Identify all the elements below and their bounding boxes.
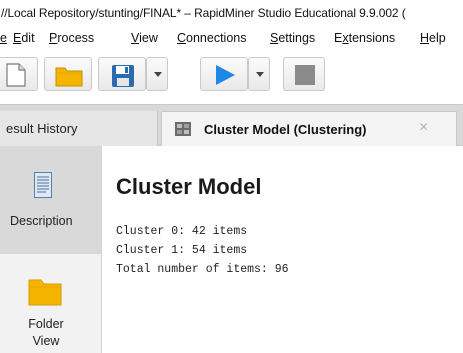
run-icon	[216, 65, 235, 85]
run-dropdown-button[interactable]	[248, 57, 270, 91]
new-process-icon	[6, 63, 26, 87]
total-items-line: Total number of items: 96	[116, 263, 289, 276]
stop-button[interactable]	[283, 57, 325, 91]
cluster-line-1: Cluster 1: 54 items	[116, 244, 248, 257]
results-tab-bar: esult History Cluster Model (Clustering)…	[0, 104, 463, 147]
menu-file[interactable]: e	[0, 31, 7, 45]
cluster-model-panel: Cluster Model Cluster 0: 42 items Cluste…	[102, 146, 463, 353]
folder-icon	[28, 279, 62, 306]
menu-extensions[interactable]: Extensions	[334, 31, 395, 45]
menu-connections[interactable]: Connections	[177, 31, 247, 45]
menu-process[interactable]: Process	[49, 31, 94, 45]
save-button[interactable]	[98, 57, 146, 91]
open-folder-icon	[55, 67, 83, 87]
menu-settings[interactable]: Settings	[270, 31, 315, 45]
open-button[interactable]	[44, 57, 92, 91]
toolbar	[0, 48, 463, 104]
cluster-line-0: Cluster 0: 42 items	[116, 225, 248, 238]
stop-icon	[295, 65, 315, 85]
window-title: //Local Repository/stunting/FINAL* – Rap…	[1, 6, 406, 20]
menu-help[interactable]: Help	[420, 31, 446, 45]
run-button[interactable]	[200, 57, 248, 91]
tab-result-history[interactable]: esult History	[0, 111, 158, 147]
tab-cluster-model-label: Cluster Model (Clustering)	[204, 122, 367, 137]
tab-cluster-model[interactable]: Cluster Model (Clustering) ×	[161, 111, 457, 147]
view-sidebar: Description Folder View	[0, 146, 102, 353]
window-titlebar: //Local Repository/stunting/FINAL* – Rap…	[0, 0, 463, 28]
menu-bar: e Edit Process View Connections Settings…	[0, 28, 463, 48]
document-icon	[34, 172, 52, 198]
page-title: Cluster Model	[116, 174, 262, 199]
sidebar-item-description[interactable]: Description	[0, 146, 101, 254]
sidebar-item-description-label: Description	[10, 214, 73, 228]
chevron-down-icon	[154, 72, 162, 77]
save-icon	[112, 65, 134, 87]
sidebar-item-folder-label-line1: Folder	[28, 317, 64, 331]
close-icon[interactable]: ×	[419, 119, 428, 137]
sidebar-item-folder-label-line2: View	[32, 334, 60, 348]
menu-view[interactable]: View	[131, 31, 158, 45]
save-dropdown-button[interactable]	[146, 57, 168, 91]
chevron-down-icon	[256, 72, 264, 77]
menu-edit[interactable]: Edit	[13, 31, 35, 45]
new-process-button[interactable]	[0, 57, 38, 91]
tab-result-history-label: esult History	[6, 121, 78, 136]
sidebar-item-folder-view[interactable]: Folder View	[0, 254, 101, 353]
cluster-model-icon	[175, 122, 191, 136]
